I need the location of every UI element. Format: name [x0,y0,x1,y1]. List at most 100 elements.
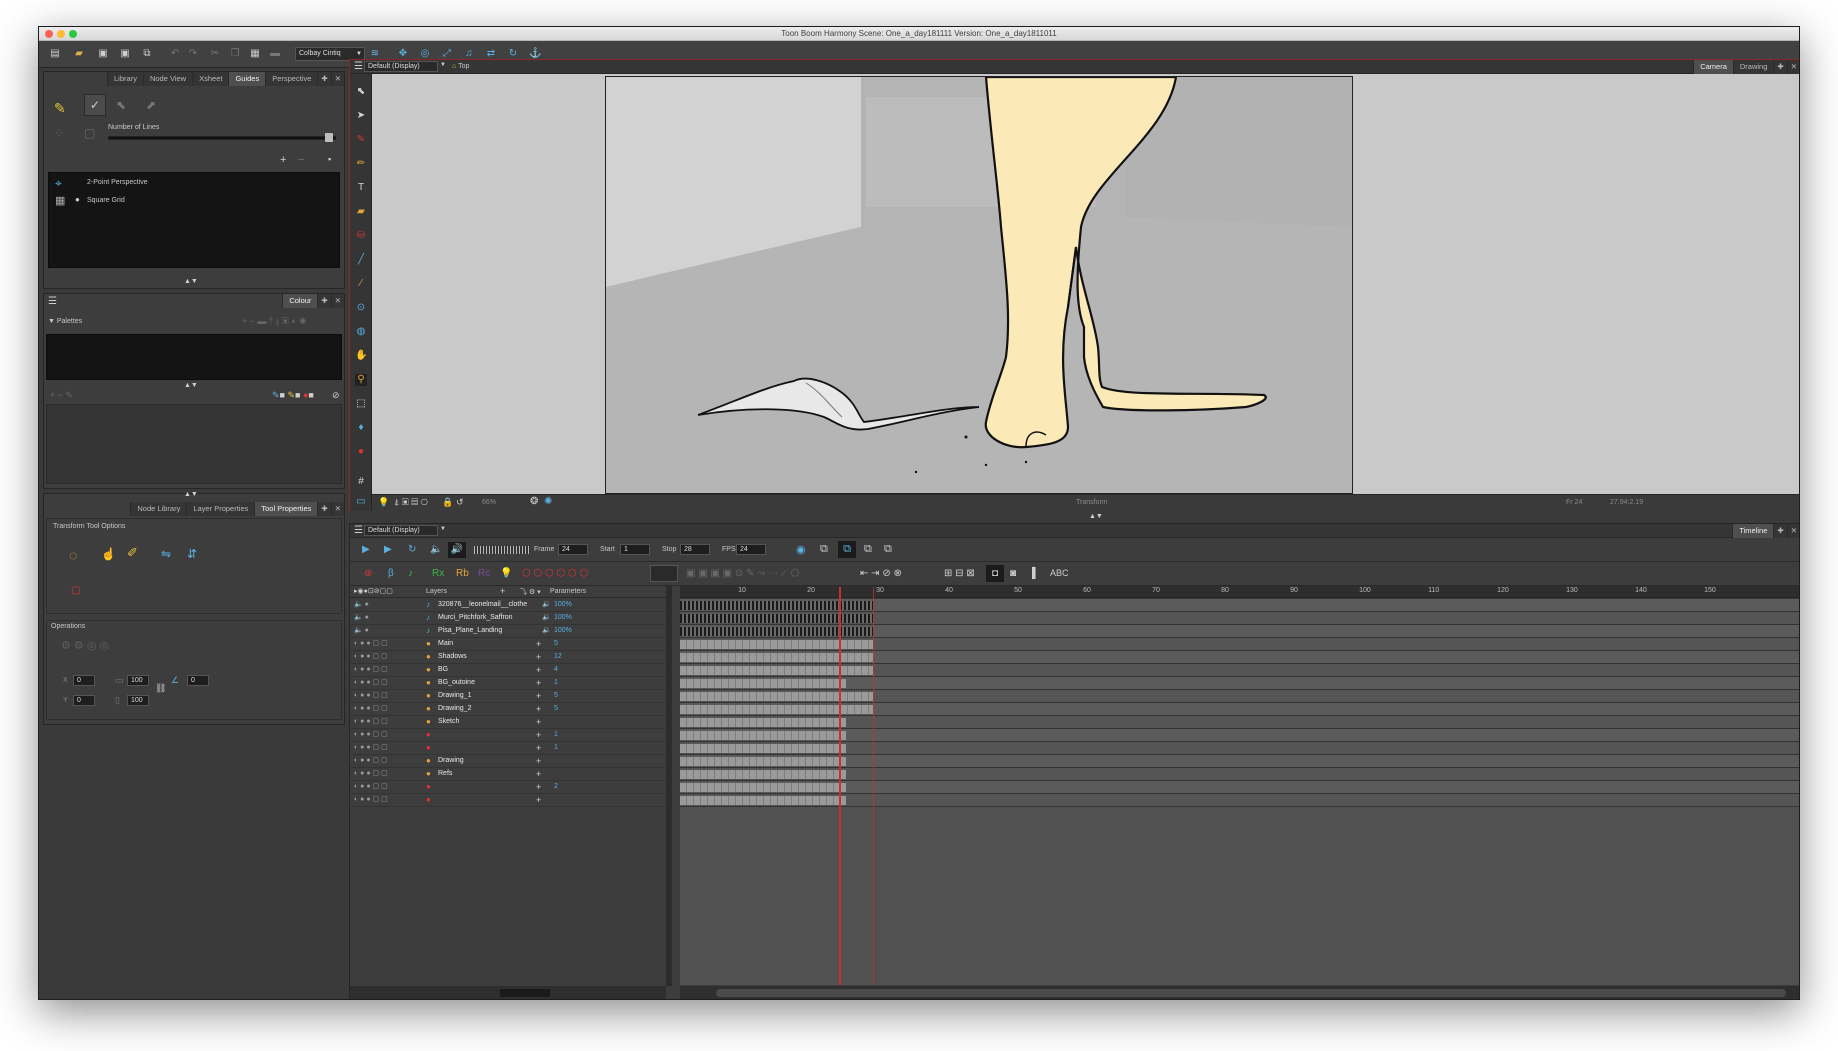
close-panel-icon[interactable]: ✕ [1786,524,1799,538]
timeline-view-select[interactable]: Default (Display) [364,525,438,536]
timeline-track[interactable] [680,742,1799,755]
rb-icon[interactable]: Rb [456,568,469,579]
expand-layer-icon[interactable]: + [536,690,541,702]
expand-layer-icon[interactable]: + [536,677,541,689]
envelope-tool-icon[interactable]: ⬚ [355,398,367,410]
play-icon[interactable]: ▶ [362,544,370,555]
collapse-icon[interactable]: ▲▼ [184,278,198,285]
rx-icon[interactable]: Rx [432,568,444,579]
guide-menu-icon[interactable]: ▪ [328,154,331,164]
tab-perspective[interactable]: Perspective [265,72,317,86]
exposure-cells[interactable] [680,757,846,766]
exposure-cells[interactable] [680,679,846,688]
timeline-track[interactable] [680,781,1799,794]
contour-editor-icon[interactable]: ➤ [355,110,367,122]
preview-icon[interactable]: ✺ [544,496,552,507]
layer-toggles-icon[interactable]: ◐ ● ● ▢ ▢ [354,794,388,806]
paint-bucket-icon[interactable]: ⛁ [355,230,367,242]
select-hand-icon[interactable]: ☝ [101,547,116,561]
layer-toggles-icon[interactable]: ◐ ● ● ▢ ▢ [354,690,388,702]
layer-toggles-icon[interactable]: ◐ ● ● ▢ ▢ [354,651,388,663]
pencil-tool-icon[interactable]: ✏ [355,158,367,170]
layer-row[interactable]: ◐ ● ● ▢ ▢ ● +1 [350,729,666,742]
playback-speed-slider[interactable] [474,546,530,554]
add-view-icon[interactable]: ✚ [317,502,330,516]
cut-icon[interactable]: ✂ [209,48,221,60]
layer-list-scrollbar[interactable] [666,586,672,986]
exposure-cells[interactable] [680,731,846,740]
tab-node-library[interactable]: Node Library [130,502,186,516]
table-icons[interactable]: ⊞ ⊟ ⊠ [944,568,975,579]
timeline-track[interactable] [680,755,1799,768]
camera-viewport[interactable] [372,74,1799,494]
motion-icon[interactable]: ♪ [408,568,413,579]
comment-icon[interactable]: ▬ [269,48,281,60]
exposure-cells[interactable] [680,692,874,701]
layer-stack-icon[interactable]: ⧉ [820,543,828,556]
exposure-cells[interactable] [680,601,874,610]
chevron-down-icon[interactable]: ▼ [440,526,446,532]
tab-drawing[interactable]: Drawing [1732,60,1774,74]
expand-layer-icon[interactable]: + [536,781,541,793]
layer-toggles-icon[interactable]: ◐ ● ● ▢ ▢ [354,677,388,689]
timeline-track[interactable] [680,716,1799,729]
frame-field[interactable]: 24 [558,544,588,555]
loop-icon[interactable]: ↻ [408,544,416,555]
layer-row[interactable]: ◐ ● ● ▢ ▢ ● Refs + [350,768,666,781]
timeline-track[interactable] [680,625,1799,638]
colour-swatch-area[interactable] [46,404,342,484]
hold-key-icon[interactable]: ◘ [986,565,1004,582]
fps-field[interactable]: 24 [736,544,766,555]
expand-layer-icon[interactable]: + [536,729,541,741]
add-view-icon[interactable]: ✚ [1773,60,1786,74]
layer-stack-alt-icon[interactable]: ⧉ [864,543,872,556]
timeline-track[interactable] [680,651,1799,664]
guide-lock-icon[interactable]: ✓ [84,94,106,116]
expand-layer-icon[interactable]: + [536,755,541,767]
list-item[interactable]: ⌖ 2-Point Perspective [49,175,339,191]
exposure-cells[interactable] [680,614,874,623]
exposure-cells[interactable] [680,627,874,636]
transform-tool-icon[interactable]: ⚲ [355,374,367,386]
layer-color-select[interactable] [650,565,678,582]
abc-icon[interactable]: ABC [1050,568,1069,578]
stop-frame-marker[interactable] [873,587,875,985]
timeline-track[interactable] [680,768,1799,781]
expand-layer-icon[interactable]: + [536,638,541,650]
light-icon[interactable]: 💡 [500,568,512,579]
swatch-link-icon[interactable]: ⊘ [332,390,340,401]
grid-tool-icon[interactable]: # [355,476,367,488]
frame-ruler[interactable]: 10 20 30 40 50 60 70 80 90 100 110 120 130 140 150 [680,586,1799,598]
paste-icon[interactable]: ▦ [249,48,261,60]
slider-handle[interactable] [325,133,333,142]
layer-stack-next-icon[interactable]: ⧉ [884,543,892,556]
close-panel-icon[interactable]: ✕ [330,294,344,308]
timeline-track[interactable] [680,612,1799,625]
collapse-icon[interactable]: ▲▼ [1089,513,1103,520]
bone-tool-icon[interactable]: ✐ [127,545,138,561]
keyframe-icons[interactable]: ⬡ ⬡ ⬡ ⬡ ⬡ ⬡ [522,568,588,579]
layer-stack-active-icon[interactable]: ⧉ [838,541,856,558]
playhead[interactable] [838,587,841,985]
tab-node-view[interactable]: Node View [142,72,192,86]
peg-icon[interactable]: β [388,568,394,579]
rc-icon[interactable]: Rc [478,568,490,579]
zoom-level[interactable]: 66% [482,499,496,506]
list-item[interactable]: ▦ ● Square Grid [49,193,339,209]
timeline-track[interactable] [680,664,1799,677]
breadcrumb[interactable]: ⌂ Top [452,63,469,70]
grid-box-icon[interactable]: ▢ [84,126,95,140]
tab-colour[interactable]: Colour [282,294,318,308]
expand-layer-icon[interactable]: + [536,716,541,728]
layer-row[interactable]: ◐ ● ● ▢ ▢ ● Main +5 [350,638,666,651]
bounding-box-icon[interactable]: ▢ [71,585,80,596]
width-field[interactable]: 100 [127,675,149,686]
pivot-tool-icon[interactable]: ⊙ [355,302,367,314]
minimize-window-button[interactable] [57,30,65,38]
layer-row[interactable]: ◐ ● ● ▢ ▢ ● BG +4 [350,664,666,677]
layer-row[interactable]: ◐ ● ● ▢ ▢ ● +1 [350,742,666,755]
height-field[interactable]: 100 [127,695,149,706]
layer-toggles-icon[interactable]: 🔈 ● [354,599,369,611]
light-table-icon[interactable]: 💡 [378,497,389,508]
add-guide-icon[interactable]: + [280,154,286,166]
